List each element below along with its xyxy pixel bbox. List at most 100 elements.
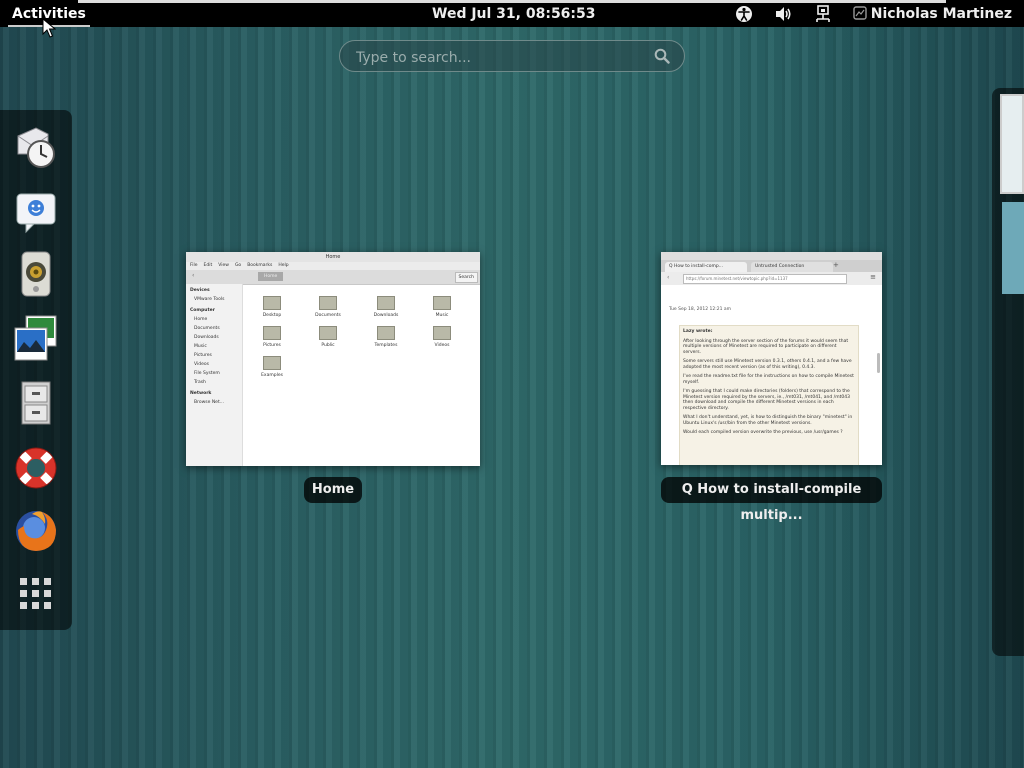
browser-tab: Untrusted Connection (751, 262, 833, 272)
sidebar-item: File System (194, 371, 220, 376)
menu-icon: ≡ (870, 273, 876, 281)
post-paragraph: What I don't understand, yet, is how to … (683, 415, 853, 426)
sidebar-header: Computer (190, 308, 215, 313)
mouse-cursor-icon (42, 18, 56, 38)
search-icon (654, 48, 670, 68)
folder-item: Downloads (366, 296, 406, 318)
folder-item: Templates (366, 326, 406, 348)
tab-strip: Q How to install-comp... Untrusted Conne… (661, 260, 882, 272)
search-input[interactable] (354, 47, 648, 69)
folder-item: Music (422, 296, 462, 318)
folder-item: Desktop (252, 296, 292, 318)
folder-label: Downloads (373, 313, 399, 318)
folder-item: Pictures (252, 326, 292, 348)
folder-item: Public (308, 326, 348, 348)
places-sidebar: Devices VMware Tools Computer Home Docum… (186, 284, 243, 466)
menu-item: Go (234, 263, 242, 268)
page-content: Tue Sep 18, 2012 12:21 am Lazy wrote: Af… (661, 285, 882, 465)
sidebar-item: Pictures (194, 353, 212, 358)
volume-icon[interactable] (775, 6, 793, 22)
folder-icon (377, 326, 395, 340)
back-icon: ‹ (192, 272, 195, 279)
folder-icon (263, 296, 281, 310)
sidebar-item: Documents (194, 326, 220, 331)
sidebar-item: Videos (194, 362, 209, 367)
folder-icon (263, 356, 281, 370)
sidebar-item: Music (194, 344, 207, 349)
new-tab-icon: + (833, 261, 839, 269)
folder-icon (377, 296, 395, 310)
folder-label: Examples (261, 373, 283, 378)
menu-item: File (190, 263, 198, 268)
window-label-home[interactable]: Home (304, 477, 362, 503)
window-title: Home (186, 252, 480, 262)
folder-icon (433, 326, 451, 340)
folder-label: Music (435, 313, 449, 318)
folder-item: Documents (308, 296, 348, 318)
folder-icon (319, 326, 337, 340)
sidebar-item: Trash (194, 380, 206, 385)
toolbar: ‹ Home Search (186, 270, 480, 285)
user-menu[interactable]: Nicholas Martinez (853, 5, 1024, 24)
post-paragraph: After looking through the server section… (683, 338, 849, 355)
workspace-2-thumbnail[interactable] (1002, 202, 1024, 294)
back-icon: ‹ (667, 274, 670, 281)
evolution-mail-calendar-icon[interactable] (12, 124, 60, 174)
post-paragraph: Would each compiled version overwrite th… (683, 430, 843, 435)
folder-label: Templates (374, 343, 398, 348)
user-name: Nicholas Martinez (870, 6, 1012, 22)
empathy-chat-icon[interactable] (12, 188, 60, 238)
location-button: Home (258, 272, 284, 281)
post-paragraph: I'm guessing that I could make directori… (683, 389, 850, 411)
window-label-browser[interactable]: Q How to install-compile multip... (661, 477, 882, 523)
help-lifebuoy-icon[interactable] (12, 444, 60, 494)
folder-label: Pictures (263, 343, 281, 348)
sidebar-item: VMware Tools (194, 297, 225, 302)
folder-label: Desktop (262, 313, 282, 318)
user-status-icon (853, 5, 867, 24)
rhythmbox-speaker-icon[interactable] (12, 250, 60, 300)
menu-item: Edit (203, 263, 213, 268)
accessibility-icon[interactable] (735, 5, 753, 23)
system-tray: Nicholas Martinez (735, 3, 1024, 25)
scrollbar (877, 353, 880, 373)
network-icon[interactable] (815, 5, 831, 23)
app-grid-icon[interactable] (18, 576, 54, 612)
dash (0, 110, 72, 630)
post-paragraph: Some servers still use Minetest version … (683, 359, 852, 370)
workspace-switcher (992, 88, 1024, 656)
post-author: Lazy wrote: (683, 329, 713, 334)
menu-item: Help (278, 263, 289, 268)
menu-bar: File Edit View Go Bookmarks Help (186, 262, 480, 270)
folder-icon (319, 296, 337, 310)
post-timestamp: Tue Sep 18, 2012 12:21 am (669, 307, 732, 312)
quoted-post: Lazy wrote: After looking through the se… (679, 325, 859, 465)
menu-item: Bookmarks (247, 263, 273, 268)
window-thumbnail-home[interactable]: Home File Edit View Go Bookmarks Help ‹ … (186, 252, 480, 466)
menu-item: View (218, 263, 229, 268)
search-box[interactable] (339, 40, 685, 72)
post-paragraph: I've read the readme.txt file for the in… (683, 374, 854, 385)
url-bar: https://forum.minetest.net/viewtopic.php… (683, 274, 847, 284)
sidebar-item: Downloads (194, 335, 219, 340)
shotwell-photos-icon[interactable] (12, 314, 60, 364)
url-toolbar: ‹ https://forum.minetest.net/viewtopic.p… (661, 272, 882, 286)
folder-item: Examples (252, 356, 292, 378)
sidebar-item: Home (194, 317, 208, 322)
sidebar-header: Network (190, 391, 212, 396)
folder-label: Documents (315, 313, 341, 318)
folder-icon (263, 326, 281, 340)
folder-icon (433, 296, 451, 310)
file-cabinet-icon[interactable] (12, 380, 60, 430)
sidebar-item: Browse Net... (194, 400, 225, 405)
clock-menu[interactable]: Wed Jul 31, 08:56:53 (432, 4, 596, 24)
folder-label: Public (321, 343, 335, 348)
window-thumbnail-browser[interactable]: Q How to install-comp... Untrusted Conne… (661, 252, 882, 465)
top-bar: Activities Wed Jul 31, 08:56:53 Nicholas… (0, 0, 1024, 27)
browser-tab: Q How to install-comp... (665, 262, 747, 272)
firefox-icon[interactable] (12, 506, 60, 556)
folder-label: Videos (434, 343, 450, 348)
window-title (661, 252, 882, 260)
folder-item: Videos (422, 326, 462, 348)
workspace-1-thumbnail[interactable] (1000, 94, 1024, 194)
